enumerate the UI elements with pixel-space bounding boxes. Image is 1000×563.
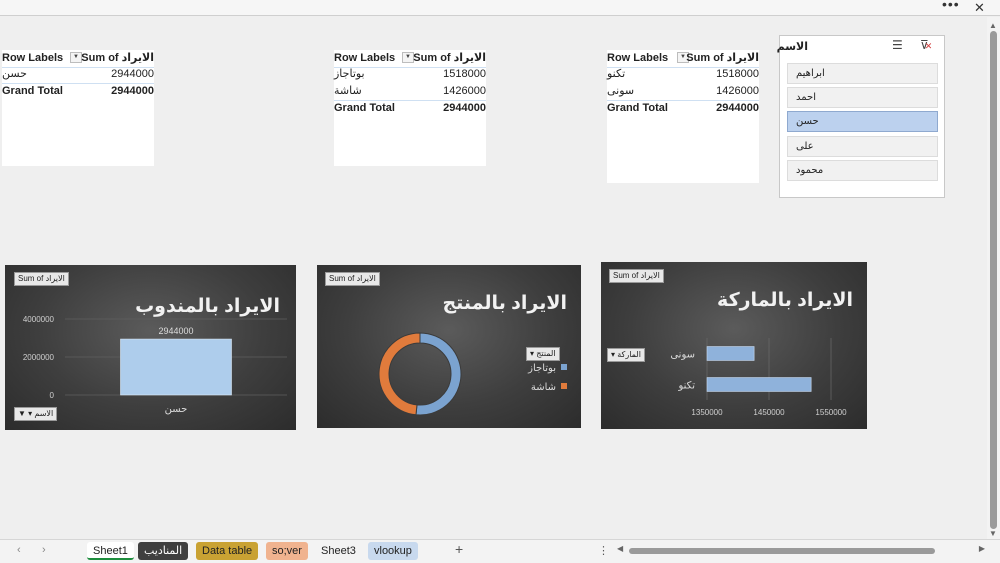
pivot-total-label: Grand Total — [607, 102, 668, 114]
clear-filter-icon[interactable]: ⊽✕ — [920, 38, 932, 52]
tab-sheet3[interactable]: Sheet3 — [315, 542, 362, 560]
slicer-item[interactable]: محمود — [787, 160, 938, 181]
pivot-table-product: Row Labels ▼ Sum of الايراد بوتاجاز 1518… — [334, 50, 486, 166]
pivot-table-rep: Row Labels ▼ Sum of الايراد حسن 2944000 … — [2, 50, 154, 166]
legend-label: شاشة — [531, 382, 556, 393]
chart-brand-plot: 1350000 1450000 1550000 سونى تكنو — [670, 338, 847, 417]
legend-filter-label: المنتج — [536, 349, 556, 358]
pivot-row-value: 1426000 — [716, 85, 759, 97]
tab-vlookup[interactable]: vlookup — [368, 542, 418, 560]
horizontal-scrollbar[interactable]: ◀ ▶ — [617, 544, 985, 556]
pivot-header-label: Row Labels — [334, 52, 396, 64]
chart-revenue-by-rep[interactable]: 4000000 2000000 0 2944000 حسن Sum of الايراد… — [5, 265, 296, 430]
slicer-item[interactable]: ابراهيم — [787, 63, 938, 84]
field-button[interactable]: Sum of الايراد — [609, 269, 664, 283]
field-button[interactable]: Sum of الايراد — [325, 272, 380, 286]
bar — [706, 377, 812, 392]
field-button[interactable]: Sum of الايراد — [14, 272, 69, 286]
close-icon[interactable]: ✕ — [974, 0, 985, 15]
prev-sheet-icon[interactable]: ‹ — [17, 544, 21, 556]
slicer-item[interactable]: على — [787, 136, 938, 157]
scrollbar-thumb[interactable] — [629, 548, 935, 554]
title-bar: ••• ✕ — [0, 0, 1000, 16]
chart-title: الايراد بالماركة — [717, 290, 853, 311]
scroll-down-icon[interactable]: ▼ — [989, 529, 997, 538]
axis-filter-button[interactable]: ▾ الماركة — [607, 348, 645, 362]
scroll-right-icon[interactable]: ▶ — [979, 544, 985, 553]
bar — [120, 338, 232, 396]
chart-title: الايراد بالمندوب — [135, 296, 280, 317]
axis-filter-label: الاسم — [34, 409, 54, 418]
slicer-item[interactable]: احمد — [787, 87, 938, 108]
multi-select-icon[interactable]: ☰ — [892, 38, 903, 52]
pivot-header-value: Sum of الايراد — [81, 52, 154, 64]
pivot-row-value: 1518000 — [716, 68, 759, 80]
pivot-row-value: 1426000 — [443, 85, 486, 97]
dropdown-arrow-icon: ▾ — [530, 349, 535, 358]
pivot-row-label: سونى — [607, 85, 635, 97]
pivot-total-value: 2944000 — [716, 102, 759, 114]
pivot-total-value: 2944000 — [443, 102, 486, 114]
pivot-header-label: Row Labels — [607, 52, 669, 64]
tab-sheet1[interactable]: Sheet1 — [87, 542, 134, 560]
chart-revenue-by-brand[interactable]: 1350000 1450000 1550000 سونى تكنو Sum of الا… — [601, 262, 867, 429]
category-label: تكنو — [678, 381, 696, 392]
category-label: سونى — [670, 350, 695, 361]
slicer-item-selected[interactable]: حسن — [787, 111, 938, 132]
vertical-scrollbar[interactable]: ▲ ▼ — [987, 17, 1000, 539]
dropdown-arrow-icon: ▾ — [611, 350, 616, 359]
tab-solver[interactable]: so;ver — [266, 542, 308, 560]
x-tick-label: 1350000 — [691, 408, 723, 417]
tab-data-table[interactable]: Data table — [196, 542, 259, 560]
scrollbar-thumb[interactable] — [990, 31, 997, 529]
pivot-row-label: حسن — [2, 68, 27, 80]
add-sheet-icon[interactable]: + — [455, 541, 463, 557]
donut-slice — [378, 332, 421, 416]
slicer-title: الاسم — [776, 41, 808, 53]
filter-dropdown-icon[interactable]: ▼ — [70, 52, 82, 63]
next-sheet-icon[interactable]: › — [42, 544, 46, 556]
pivot-row-label: بوتاجاز — [334, 68, 365, 80]
x-tick-label: 1550000 — [815, 408, 847, 417]
pivot-header-label: Row Labels — [2, 52, 64, 64]
filter-icon: ▼ — [18, 409, 26, 418]
name-slicer: الاسم ☰ ⊽✕ ابراهيم احمد حسن على محمود — [776, 35, 945, 198]
axis-filter-label: الماركة — [617, 350, 641, 359]
pivot-row-value: 2944000 — [111, 68, 154, 80]
scroll-up-icon[interactable]: ▲ — [989, 21, 997, 30]
y-tick-label: 0 — [50, 391, 55, 400]
category-label: حسن — [165, 404, 188, 415]
sheet-tab-bar: ‹ › Sheet1 المناديب Data table so;ver Sh… — [0, 539, 1000, 563]
pivot-row-label: تكنو — [607, 68, 626, 80]
tab-options-icon[interactable]: ⋮ — [598, 544, 609, 557]
axis-filter-button[interactable]: ▼ ▾ الاسم — [14, 407, 58, 421]
legend-filter-button[interactable]: ▾ المنتج — [526, 347, 560, 361]
pivot-total-value: 2944000 — [111, 85, 154, 97]
bar — [706, 346, 755, 361]
pivot-header-value: Sum of الايراد — [686, 52, 759, 64]
data-label: 2944000 — [158, 326, 193, 336]
chart-rep-plot: 4000000 2000000 0 2944000 حسن — [23, 315, 287, 415]
pivot-row-value: 1518000 — [443, 68, 486, 80]
pivot-total-label: Grand Total — [334, 102, 395, 114]
legend-swatch — [561, 364, 567, 370]
tab-representatives[interactable]: المناديب — [138, 542, 189, 560]
donut-slice — [415, 332, 462, 416]
y-tick-label: 2000000 — [23, 353, 55, 362]
y-tick-label: 4000000 — [23, 315, 55, 324]
chart-title: الايراد بالمنتج — [442, 293, 567, 314]
legend-label: بوتاجاز — [527, 363, 556, 374]
pivot-header-value: Sum of الايراد — [413, 52, 486, 64]
dropdown-arrow-icon: ▾ — [28, 409, 33, 418]
scroll-left-icon[interactable]: ◀ — [617, 544, 623, 553]
pivot-row-label: شاشة — [334, 85, 362, 97]
x-tick-label: 1450000 — [753, 408, 785, 417]
filter-dropdown-icon[interactable]: ▼ — [402, 52, 414, 63]
legend-swatch — [561, 383, 567, 389]
pivot-table-brand: Row Labels ▼ Sum of الايراد تكنو 1518000… — [607, 50, 759, 183]
more-options-icon[interactable]: ••• — [942, 0, 960, 12]
pivot-total-label: Grand Total — [2, 85, 63, 97]
chart-revenue-by-product[interactable]: بوتاجاز شاشة Sum of الايراد الايراد بالمن… — [317, 265, 581, 428]
